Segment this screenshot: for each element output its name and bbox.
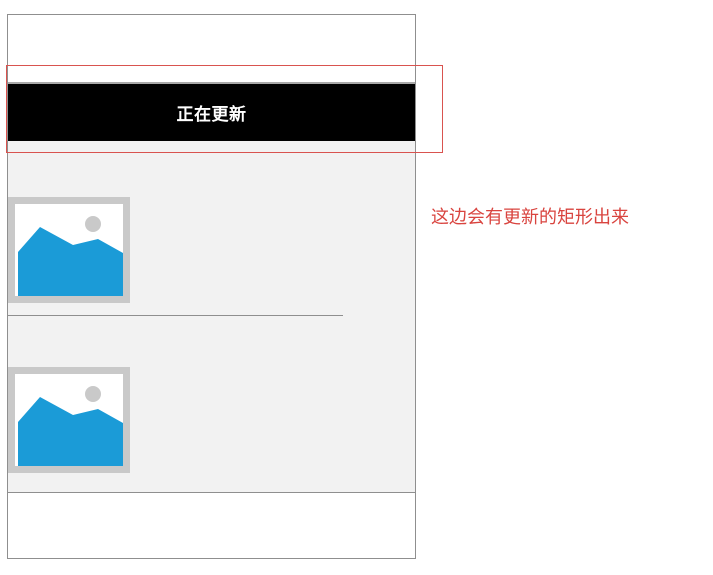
top-header-area: [8, 15, 415, 80]
list-divider: [8, 315, 343, 316]
image-placeholder-icon: [15, 374, 123, 466]
update-status-text: 正在更新: [176, 105, 247, 125]
annotation-note: 这边会有更新的矩形出来: [431, 207, 629, 228]
phone-mockup-frame: 正在更新: [7, 14, 416, 559]
list-item-thumbnail[interactable]: [8, 197, 130, 303]
bottom-footer-area: [8, 492, 415, 558]
image-placeholder-icon: [15, 204, 123, 296]
content-list-area: [8, 141, 415, 492]
update-status-bar: 正在更新: [8, 82, 415, 141]
list-item-thumbnail[interactable]: [8, 367, 130, 473]
